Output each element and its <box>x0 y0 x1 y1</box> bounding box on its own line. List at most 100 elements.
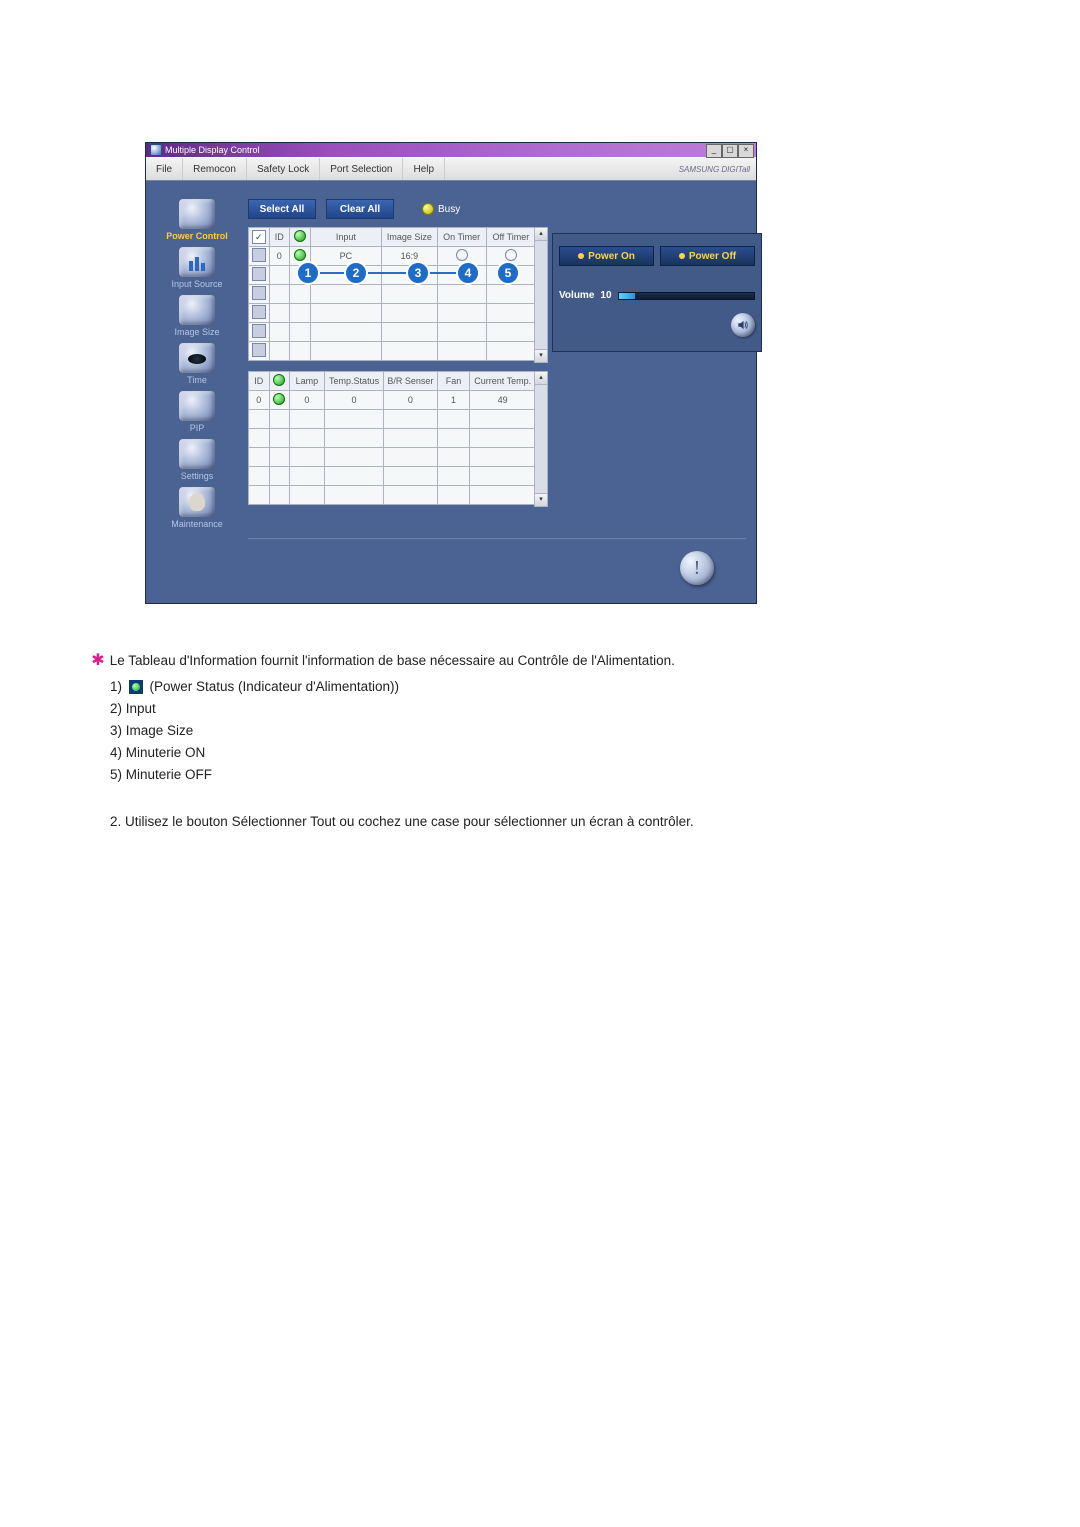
close-button[interactable]: × <box>738 144 754 158</box>
th-off-timer: Off Timer <box>486 228 535 247</box>
menu-port-selection[interactable]: Port Selection <box>320 158 403 180</box>
status-table-wrap: ID Lamp Temp.Status B/R Senser Fan Curre… <box>248 371 538 505</box>
power-off-button[interactable]: Power Off <box>660 246 755 266</box>
row-checkbox[interactable] <box>252 286 266 300</box>
row-checkbox[interactable] <box>252 248 266 262</box>
row-checkbox[interactable] <box>252 324 266 338</box>
speaker-icon <box>736 318 750 332</box>
right-panel: Power On Power Off Volume 10 <box>552 233 762 352</box>
sidebar-item-input-source[interactable]: Input Source <box>156 247 238 289</box>
window-controls: _ ▢ × <box>706 144 754 158</box>
settings-icon <box>179 439 215 469</box>
sidebar-item-settings[interactable]: Settings <box>156 439 238 481</box>
power-off-label: Power Off <box>689 251 736 262</box>
doc-intro: Le Tableau d'Information fournit l'infor… <box>110 653 675 668</box>
sidebar-item-label: Power Control <box>166 231 228 241</box>
doc-item-3: 3) Image Size <box>110 722 910 740</box>
power-status-icon <box>129 680 143 694</box>
table-row[interactable] <box>249 285 536 304</box>
sidebar-item-label: Time <box>187 375 207 385</box>
speaker-button[interactable] <box>731 313 755 337</box>
power-icon <box>179 199 215 229</box>
sidebar-item-label: PIP <box>190 423 205 433</box>
window-title: Multiple Display Control <box>165 145 260 155</box>
row-checkbox[interactable] <box>252 305 266 319</box>
cell-id: 0 <box>249 391 270 410</box>
menu-safety-lock[interactable]: Safety Lock <box>247 158 320 180</box>
table-row[interactable] <box>249 467 536 486</box>
doc-item-1: 1) (Power Status (Indicateur d'Alimentat… <box>110 678 910 696</box>
bullet-icon <box>578 253 584 259</box>
doc-item-2: 2) Input <box>110 700 910 718</box>
brand-label: SAMSUNG DIGITall <box>679 158 756 180</box>
image-size-icon <box>179 295 215 325</box>
busy-indicator: Busy <box>422 203 460 215</box>
clear-all-button[interactable]: Clear All <box>326 199 394 219</box>
table-row[interactable] <box>249 429 536 448</box>
doc-paragraph-2: 2. Utilisez le bouton Sélectionner Tout … <box>110 813 910 831</box>
star-icon: ✱ <box>90 650 106 672</box>
power-status-icon <box>294 249 306 261</box>
cell-lamp: 0 <box>290 391 325 410</box>
row-checkbox[interactable] <box>252 343 266 357</box>
input-source-icon <box>179 247 215 277</box>
busy-label: Busy <box>438 204 460 215</box>
cell-id: 0 <box>269 247 290 266</box>
table-row[interactable] <box>249 266 536 285</box>
titlebar: Multiple Display Control _ ▢ × <box>146 143 756 157</box>
th-input: Input <box>310 228 382 247</box>
th-image-size: Image Size <box>382 228 437 247</box>
pip-icon <box>179 391 215 421</box>
sidebar-item-label: Image Size <box>174 327 219 337</box>
menu-file[interactable]: File <box>146 158 183 180</box>
minimize-button[interactable]: _ <box>706 144 722 158</box>
table-row[interactable] <box>249 304 536 323</box>
volume-control: Volume 10 <box>559 290 755 301</box>
th-status <box>290 228 311 247</box>
scroll-up-icon[interactable]: ▴ <box>535 228 547 241</box>
th-fan: Fan <box>437 372 470 391</box>
bullet-icon <box>679 253 685 259</box>
select-all-button[interactable]: Select All <box>248 199 316 219</box>
table-row[interactable] <box>249 486 536 505</box>
sidebar-item-time[interactable]: Time <box>156 343 238 385</box>
time-icon <box>179 343 215 373</box>
table-row[interactable] <box>249 323 536 342</box>
info-button[interactable]: ! <box>680 551 714 585</box>
th-id: ID <box>249 372 270 391</box>
sidebar-item-power-control[interactable]: Power Control <box>156 199 238 241</box>
cell-current-temp: 49 <box>470 391 536 410</box>
scroll-down-icon[interactable]: ▾ <box>535 349 547 362</box>
row-checkbox[interactable] <box>252 267 266 281</box>
sidebar-item-label: Settings <box>181 471 214 481</box>
toolbar: Select All Clear All Busy <box>248 199 538 219</box>
maintenance-icon <box>179 487 215 517</box>
cell-br-sensor: 0 <box>384 391 437 410</box>
table-row[interactable] <box>249 410 536 429</box>
doc-item-4: 4) Minuterie ON <box>110 744 910 762</box>
scroll-down-icon[interactable]: ▾ <box>535 493 547 506</box>
scrollbar[interactable]: ▴ ▾ <box>534 227 548 363</box>
scroll-up-icon[interactable]: ▴ <box>535 372 547 385</box>
scrollbar[interactable]: ▴ ▾ <box>534 371 548 507</box>
th-current-temp: Current Temp. <box>470 372 536 391</box>
th-on-timer: On Timer <box>437 228 486 247</box>
th-br-sensor: B/R Senser <box>384 372 437 391</box>
volume-slider[interactable] <box>618 292 755 300</box>
table-row[interactable]: 0 PC 16:9 <box>249 247 536 266</box>
cell-off-timer <box>486 247 535 266</box>
sidebar-item-pip[interactable]: PIP <box>156 391 238 433</box>
table-row[interactable] <box>249 448 536 467</box>
menu-remocon[interactable]: Remocon <box>183 158 247 180</box>
table-row[interactable] <box>249 342 536 361</box>
sidebar-item-image-size[interactable]: Image Size <box>156 295 238 337</box>
sidebar-item-label: Maintenance <box>171 519 223 529</box>
power-on-button[interactable]: Power On <box>559 246 654 266</box>
maximize-button[interactable]: ▢ <box>722 144 738 158</box>
menu-help[interactable]: Help <box>403 158 445 180</box>
app-window: Multiple Display Control _ ▢ × File Remo… <box>145 142 757 604</box>
sidebar-item-maintenance[interactable]: Maintenance <box>156 487 238 529</box>
table-row[interactable]: 0 0 0 0 1 49 <box>249 391 536 410</box>
th-id: ID <box>269 228 290 247</box>
doc-item-5: 5) Minuterie OFF <box>110 766 910 784</box>
